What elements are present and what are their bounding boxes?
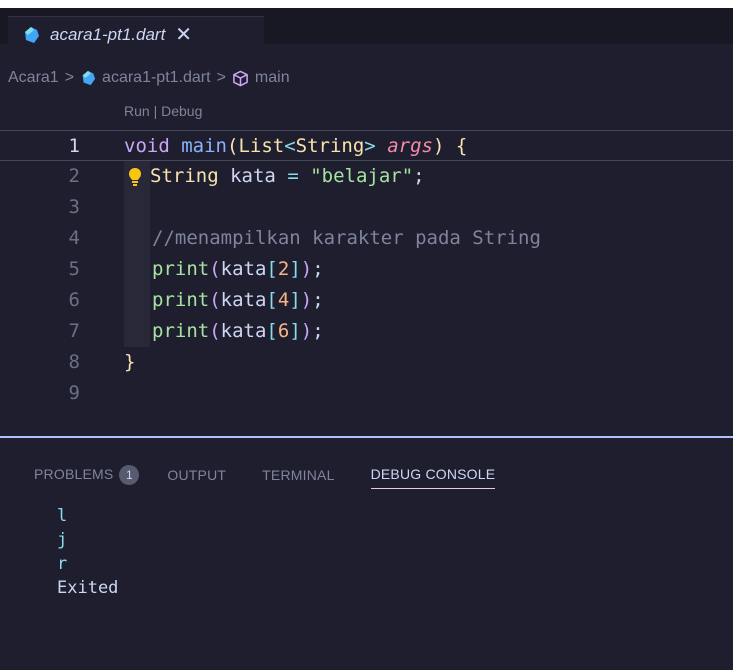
line-number: 8 [68, 351, 80, 373]
breadcrumb-file[interactable]: acara1-pt1.dart [102, 69, 211, 87]
code-comment: //menampilkan karakter pada String [152, 227, 541, 249]
line-number: 6 [68, 289, 80, 311]
debug-console-output: l j r Exited [57, 504, 118, 600]
code-line: 1 void main(List<String> args) { [0, 130, 733, 161]
dart-file-icon [25, 26, 39, 43]
indent-guide [124, 254, 150, 285]
line-number: 5 [68, 258, 80, 280]
code-line: 9 [0, 378, 733, 409]
code-text: void main(List<String> args) { [124, 135, 468, 157]
breadcrumb-folder[interactable]: Acara1 [8, 69, 59, 87]
code-line: 3 [0, 192, 733, 223]
tab-problems[interactable]: PROBLEMS 1 [34, 464, 140, 485]
indent-guide [124, 285, 150, 316]
code-editor[interactable]: 1 void main(List<String> args) { 2 Strin… [0, 130, 733, 436]
function-name: main [181, 135, 227, 157]
lightbulb-icon[interactable] [128, 167, 142, 187]
tab-title: acara1-pt1.dart [50, 24, 166, 44]
line-number: 3 [68, 196, 80, 218]
keyword: void [124, 135, 170, 157]
line-number: 4 [68, 227, 80, 249]
line-number: 7 [68, 320, 80, 342]
code-line: 2 String kata = "belajar"; [0, 161, 733, 192]
tab-debug-console[interactable]: DEBUG CONSOLE [370, 466, 496, 489]
tab-bar: acara1-pt1.dart ✕ [0, 8, 733, 52]
indent-guide [124, 192, 150, 223]
close-icon[interactable]: ✕ [175, 25, 192, 45]
cube-icon [233, 70, 248, 86]
code-text: print(kata[4]); [152, 289, 324, 311]
line-number: 9 [68, 382, 80, 404]
console-line: Exited [57, 578, 119, 598]
codelens: Run | Debug [124, 103, 202, 119]
code-text: String kata = "belajar"; [150, 165, 425, 187]
debug-link[interactable]: Debug [161, 103, 202, 119]
code-line: 8 } [0, 347, 733, 378]
editor-tab[interactable]: acara1-pt1.dart ✕ [8, 16, 264, 52]
panel-tabs: PROBLEMS 1 OUTPUT TERMINAL DEBUG CONSOLE [34, 460, 531, 489]
code-line: 6 print(kata[4]); [0, 285, 733, 316]
tab-terminal[interactable]: TERMINAL [262, 467, 334, 483]
dart-file-icon [82, 70, 96, 86]
console-line: j [57, 530, 68, 550]
code-text: } [124, 351, 136, 373]
line-number: 1 [68, 135, 80, 157]
run-link[interactable]: Run [124, 103, 150, 119]
console-line: l [57, 506, 68, 526]
top-strip [0, 0, 733, 8]
breadcrumb-symbol[interactable]: main [255, 69, 290, 87]
tab-output[interactable]: OUTPUT [167, 467, 226, 483]
bottom-panel: PROBLEMS 1 OUTPUT TERMINAL DEBUG CONSOLE … [0, 436, 733, 670]
console-line: r [57, 554, 68, 574]
code-text: print(kata[6]); [152, 320, 324, 342]
breadcrumb: Acara1 > acara1-pt1.dart > main [0, 66, 290, 90]
breadcrumb-separator: > [216, 69, 226, 86]
code-text: print(kata[2]); [152, 258, 324, 280]
indent-guide [124, 223, 150, 254]
code-line: 4 //menampilkan karakter pada String [0, 223, 733, 254]
line-number: 2 [68, 165, 80, 187]
breadcrumb-separator: > [64, 69, 75, 86]
problems-badge: 1 [119, 464, 140, 485]
indent-guide [124, 316, 150, 347]
code-line: 5 print(kata[2]); [0, 254, 733, 285]
codelens-separator: | [149, 103, 162, 119]
code-line: 7 print(kata[6]); [0, 316, 733, 347]
